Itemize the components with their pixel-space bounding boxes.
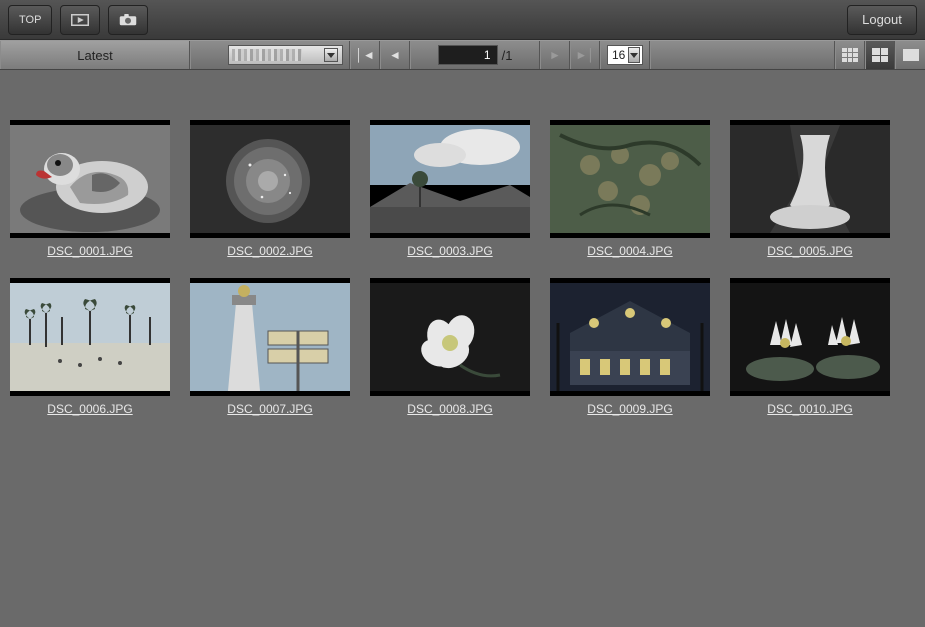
camera-icon <box>119 13 137 27</box>
grid-small-icon <box>842 48 858 62</box>
thumbnail-filename-link[interactable]: DSC_0006.JPG <box>47 402 132 416</box>
last-page-button[interactable]: ►│ <box>570 41 600 69</box>
per-page-cell: 16 <box>600 41 650 69</box>
thumbnail-filename-link[interactable]: DSC_0008.JPG <box>407 402 492 416</box>
thumbnail-filename-link[interactable]: DSC_0002.JPG <box>227 244 312 258</box>
last-page-icon: ►│ <box>575 49 594 61</box>
slideshow-button[interactable] <box>60 5 100 35</box>
folder-dropdown[interactable] <box>228 45 343 65</box>
view-large-button[interactable] <box>895 41 925 69</box>
thumbnail-item: DSC_0004.JPG <box>550 120 710 258</box>
thumbnail-item: DSC_0008.JPG <box>370 278 530 416</box>
thumbnail-filename-link[interactable]: DSC_0009.JPG <box>587 402 672 416</box>
thumbnail-item: DSC_0005.JPG <box>730 120 890 258</box>
prev-page-button[interactable]: ◄ <box>380 41 410 69</box>
next-page-icon: ► <box>549 49 561 61</box>
page-number-input[interactable] <box>438 45 498 65</box>
thumbnail-item: DSC_0007.JPG <box>190 278 350 416</box>
thumbnail-filename-link[interactable]: DSC_0001.JPG <box>47 244 132 258</box>
thumbnail-item: DSC_0002.JPG <box>190 120 350 258</box>
per-page-select[interactable]: 16 <box>607 45 643 65</box>
slideshow-icon <box>71 13 89 27</box>
page-total-label: /1 <box>502 48 513 63</box>
thumbnail-filename-link[interactable]: DSC_0007.JPG <box>227 402 312 416</box>
thumbnail-image[interactable] <box>730 278 890 396</box>
grid-medium-icon <box>872 48 888 62</box>
camera-button[interactable] <box>108 5 148 35</box>
nav-toolbar: Latest │◄ ◄ /1 ► ►│ 16 <box>0 40 925 70</box>
thumbnail-image[interactable] <box>10 278 170 396</box>
grid-large-icon <box>903 49 919 61</box>
thumbnail-image[interactable] <box>370 278 530 396</box>
thumbnail-item: DSC_0001.JPG <box>10 120 170 258</box>
thumbnail-filename-link[interactable]: DSC_0004.JPG <box>587 244 672 258</box>
thumbnail-image[interactable] <box>370 120 530 238</box>
thumbnail-item: DSC_0009.JPG <box>550 278 710 416</box>
top-toolbar: TOP Logout <box>0 0 925 40</box>
thumbnail-image[interactable] <box>730 120 890 238</box>
thumbnail-item: DSC_0003.JPG <box>370 120 530 258</box>
nav-spacer <box>650 41 835 69</box>
page-indicator: /1 <box>410 41 540 69</box>
view-small-grid-button[interactable] <box>835 41 865 69</box>
thumbnail-item: DSC_0006.JPG <box>10 278 170 416</box>
thumbnail-filename-link[interactable]: DSC_0003.JPG <box>407 244 492 258</box>
folder-dropdown-cell <box>190 41 350 69</box>
thumbnail-image[interactable] <box>550 278 710 396</box>
per-page-value: 16 <box>612 48 625 62</box>
thumbnail-filename-link[interactable]: DSC_0005.JPG <box>767 244 852 258</box>
thumbnail-image[interactable] <box>550 120 710 238</box>
first-page-icon: │◄ <box>355 49 374 61</box>
chevron-down-icon <box>324 48 338 62</box>
next-page-button[interactable]: ► <box>540 41 570 69</box>
thumbnail-image[interactable] <box>190 120 350 238</box>
logout-button[interactable]: Logout <box>847 5 917 35</box>
thumbnail-grid: DSC_0001.JPG DSC_0002.JPG <box>0 70 925 627</box>
view-medium-grid-button[interactable] <box>865 41 895 69</box>
thumbnail-filename-link[interactable]: DSC_0010.JPG <box>767 402 852 416</box>
first-page-button[interactable]: │◄ <box>350 41 380 69</box>
thumbnail-image[interactable] <box>10 120 170 238</box>
latest-folder-button[interactable]: Latest <box>0 41 190 69</box>
prev-page-icon: ◄ <box>389 49 401 61</box>
thumbnail-image[interactable] <box>190 278 350 396</box>
chevron-down-icon <box>628 47 640 63</box>
thumbnail-item: DSC_0010.JPG <box>730 278 890 416</box>
top-button[interactable]: TOP <box>8 5 52 35</box>
